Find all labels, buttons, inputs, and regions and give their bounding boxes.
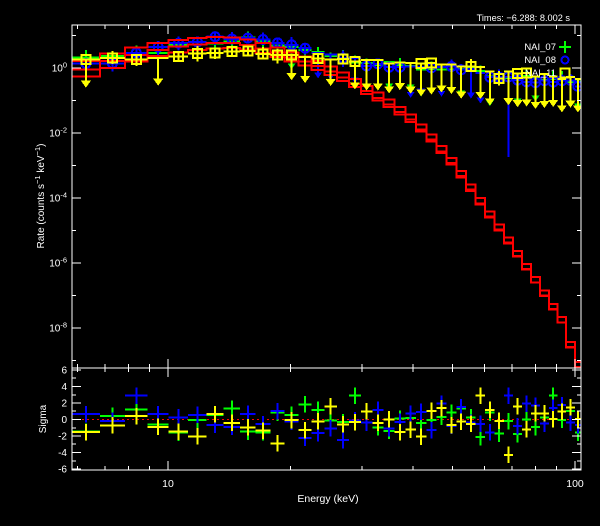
svg-text:4: 4 bbox=[61, 382, 67, 393]
svg-text:6: 6 bbox=[61, 366, 67, 377]
svg-text:-4: -4 bbox=[58, 448, 67, 459]
svg-text:-6: -6 bbox=[58, 465, 67, 476]
svg-text:NAI_07: NAI_07 bbox=[524, 42, 556, 53]
svg-text:2: 2 bbox=[61, 399, 67, 410]
svg-text:Times: −6.288: 8.002 s: Times: −6.288: 8.002 s bbox=[477, 13, 571, 23]
svg-text:10: 10 bbox=[162, 478, 174, 490]
svg-text:0: 0 bbox=[61, 415, 67, 426]
svg-text:NAI_08: NAI_08 bbox=[524, 55, 556, 66]
svg-text:Rate (counts s−1 keV−1): Rate (counts s−1 keV−1) bbox=[33, 144, 47, 249]
svg-text:Energy (keV): Energy (keV) bbox=[297, 493, 358, 505]
svg-text:-2: -2 bbox=[58, 432, 67, 443]
svg-text:Sigma: Sigma bbox=[38, 404, 49, 433]
svg-text:100: 100 bbox=[566, 478, 584, 490]
svg-text:NAI_11: NAI_11 bbox=[525, 68, 556, 79]
